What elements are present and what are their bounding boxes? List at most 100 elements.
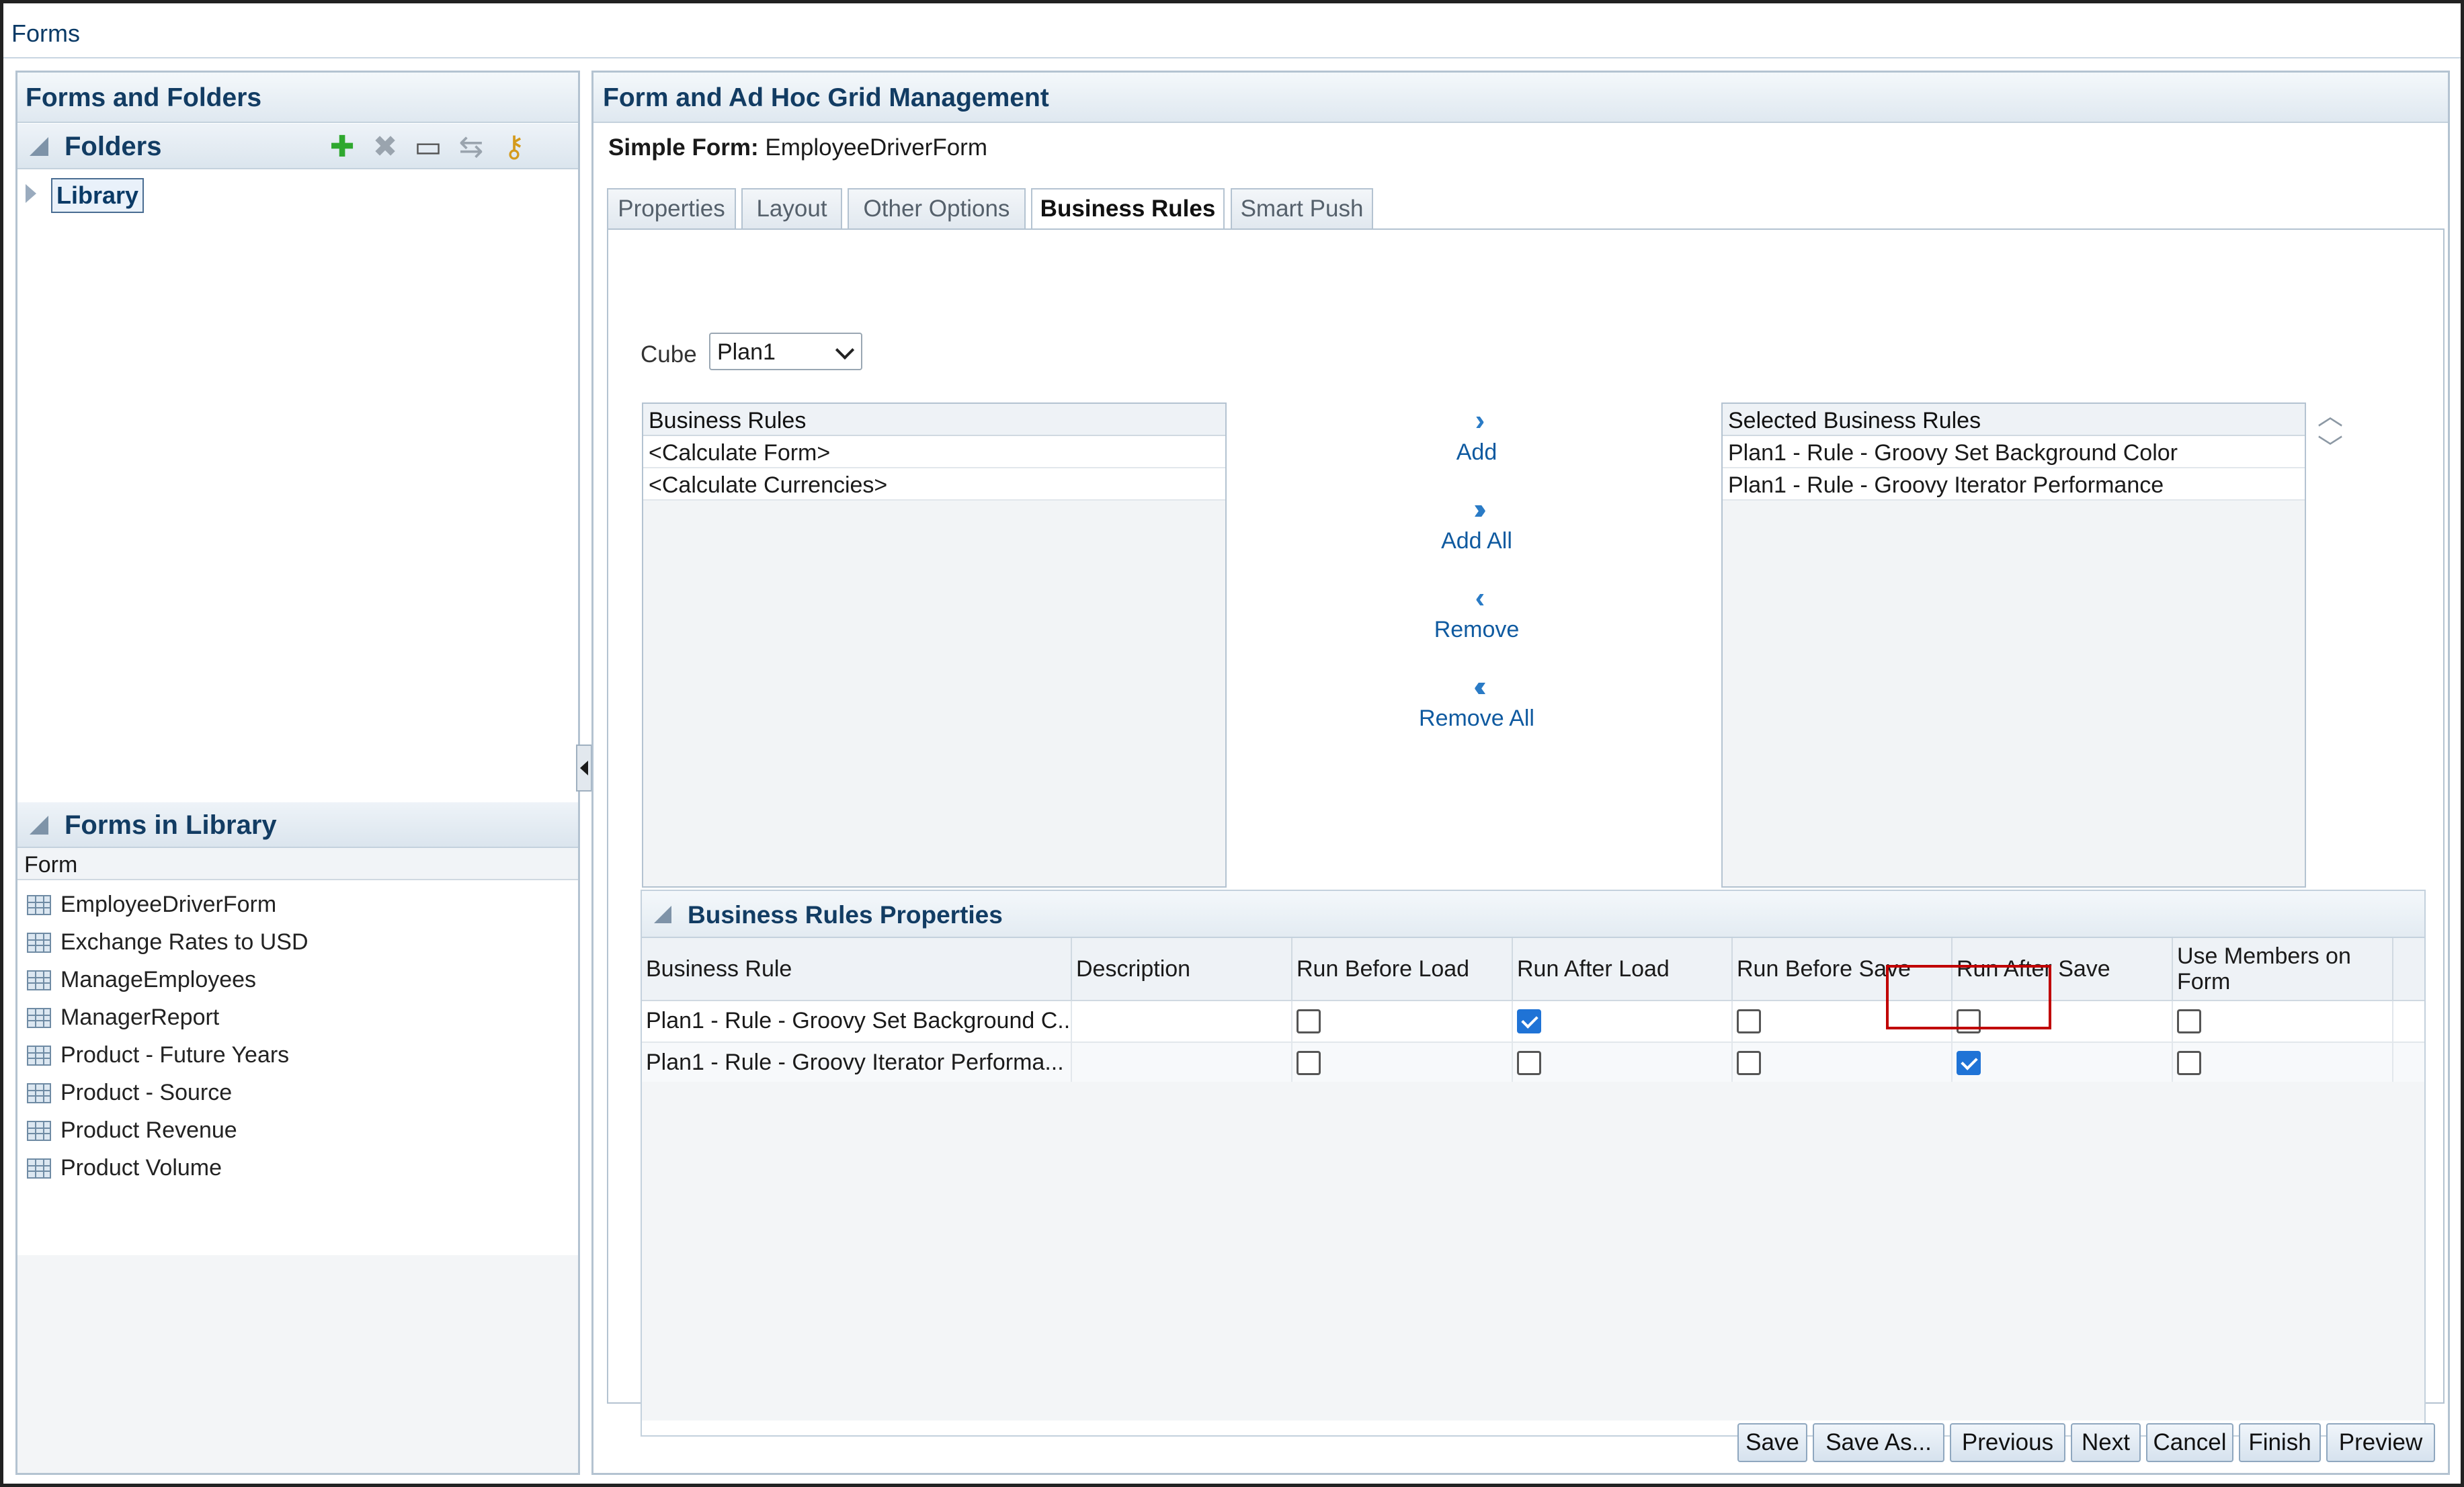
column-run-before-load[interactable]: Run Before Load [1292,938,1513,1000]
column-business-rule[interactable]: Business Rule [642,938,1072,1000]
run-before-save-checkbox[interactable] [1737,1051,1761,1075]
form-grid-icon [27,1121,51,1141]
business-rules-properties-header[interactable]: Business Rules Properties [642,891,2424,938]
list-item[interactable]: <Calculate Currencies> [643,468,1225,501]
move-up-icon[interactable]: ︿ [2317,403,2344,430]
save-button[interactable]: Save [1737,1423,1807,1462]
tab-business-rules[interactable]: Business Rules [1031,188,1225,231]
table-row[interactable]: Plan1 - Rule - Groovy Iterator Performa.… [642,1043,2424,1085]
form-grid-icon [27,1046,51,1066]
chevron-down-icon [835,340,855,360]
form-grid-icon [27,1083,51,1103]
next-button[interactable]: Next [2071,1423,2141,1462]
form-item-product-revenue[interactable]: Product Revenue [17,1111,578,1149]
form-item-exchange-rates[interactable]: Exchange Rates to USD [17,923,578,961]
column-use-members-on-form[interactable]: Use Members on Form [2173,938,2393,1000]
add-button[interactable]: › Add [1389,406,1564,466]
window-title: Forms [11,19,80,47]
cube-select[interactable]: Plan1 [709,333,862,370]
available-rules-header: Business Rules [643,404,1225,436]
forms-list-empty-area [17,1255,578,1473]
form-management-header: Form and Ad Hoc Grid Management [593,73,2448,123]
column-run-after-load[interactable]: Run After Load [1513,938,1733,1000]
remove-all-button[interactable]: ‹‹ Remove All [1389,672,1564,732]
tree-node-library[interactable]: Library [51,178,145,213]
selected-rules-list[interactable]: Selected Business Rules Plan1 - Rule - G… [1721,402,2306,888]
list-item[interactable]: Plan1 - Rule - Groovy Iterator Performan… [1723,468,2305,501]
chevron-left-icon: ‹ [1475,581,1485,614]
remove-button[interactable]: ‹ Remove [1389,583,1564,643]
forms-and-folders-panel: Forms and Folders Folders ✚ ✖ ▭ ⇆ ⚷ Libr… [15,71,580,1475]
add-all-button[interactable]: ›› Add All [1389,495,1564,554]
previous-button[interactable]: Previous [1950,1423,2065,1462]
panel-title: Form and Ad Hoc Grid Management [603,83,1049,112]
run-after-load-checkbox[interactable] [1517,1051,1541,1075]
rule-name-cell: Plan1 - Rule - Groovy Set Background C..… [642,1001,1072,1042]
form-item-product-future-years[interactable]: Product - Future Years [17,1036,578,1074]
cancel-button[interactable]: Cancel [2146,1423,2233,1462]
chevron-right-icon: › [1475,404,1485,437]
collapse-triangle-icon[interactable] [30,137,48,156]
simple-form-name: EmployeeDriverForm [765,134,987,161]
tab-smart-push[interactable]: Smart Push [1231,188,1373,228]
use-members-on-form-checkbox[interactable] [2177,1009,2201,1033]
business-rules-tab-content: Cube Plan1 Business Rules <Calculate For… [607,228,2445,1437]
run-before-save-cell [1733,1043,1953,1083]
tab-layout[interactable]: Layout [741,188,842,228]
delete-folder-icon[interactable]: ✖ [368,130,402,164]
simple-form-label: Simple Form: EmployeeDriverForm [608,134,987,161]
use-members-cell [2173,1001,2393,1042]
collapse-triangle-icon[interactable] [654,906,671,923]
form-grid-icon [27,933,51,953]
business-rules-properties: Business Rules Properties Business Rule … [641,890,2426,1437]
forms-in-library-header[interactable]: Forms in Library [17,802,578,848]
form-item-employeedriverform[interactable]: EmployeeDriverForm [17,886,578,923]
properties-title: Business Rules Properties [688,901,1003,929]
list-item[interactable]: <Calculate Form> [643,436,1225,468]
column-description[interactable]: Description [1072,938,1292,1000]
tab-other-options[interactable]: Other Options [848,188,1026,228]
preview-button[interactable]: Preview [2326,1423,2435,1462]
use-members-on-form-checkbox[interactable] [2177,1051,2201,1075]
double-chevron-right-icon: ›› [1473,493,1486,525]
assign-access-icon[interactable]: ⚷ [497,130,531,164]
run-after-save-checkbox[interactable] [1957,1051,1981,1075]
selected-rules-header: Selected Business Rules [1723,404,2305,436]
description-cell[interactable] [1072,1043,1292,1083]
run-before-save-checkbox[interactable] [1737,1009,1761,1033]
table-row[interactable]: Plan1 - Rule - Groovy Set Background C..… [642,1001,2424,1043]
save-as-button[interactable]: Save As... [1813,1423,1944,1462]
double-chevron-left-icon: ‹‹ [1473,670,1486,703]
expand-library-icon[interactable] [26,184,36,203]
tab-properties[interactable]: Properties [607,188,736,228]
form-item-product-source[interactable]: Product - Source [17,1074,578,1111]
move-down-icon[interactable]: ﹀ [2317,435,2344,462]
description-cell[interactable] [1072,1001,1292,1042]
forms-in-library-heading: Forms in Library [65,810,277,840]
run-after-load-checkbox[interactable] [1517,1009,1541,1033]
properties-grid-empty-area [642,1082,2424,1420]
collapse-pane-handle[interactable] [576,745,592,792]
finish-button[interactable]: Finish [2239,1423,2321,1462]
form-grid-icon [27,970,51,990]
list-item[interactable]: Plan1 - Rule - Groovy Set Background Col… [1723,436,2305,468]
run-before-load-checkbox[interactable] [1297,1051,1321,1075]
run-after-load-cell [1513,1043,1733,1083]
collapse-triangle-icon[interactable] [30,816,48,835]
folders-header[interactable]: Folders ✚ ✖ ▭ ⇆ ⚷ [17,124,578,169]
forms-list: EmployeeDriverForm Exchange Rates to USD… [17,886,578,1255]
run-before-load-cell [1292,1001,1513,1042]
folders-heading: Folders [65,132,162,161]
rename-folder-icon[interactable]: ▭ [411,130,445,164]
form-item-managerreport[interactable]: ManagerReport [17,999,578,1036]
panel-title: Forms and Folders [26,83,262,112]
cube-label: Cube [641,341,697,368]
form-item-product-volume[interactable]: Product Volume [17,1149,578,1187]
form-grid-icon [27,895,51,915]
move-folder-icon[interactable]: ⇆ [454,130,488,164]
add-folder-icon[interactable]: ✚ [325,130,359,164]
run-before-load-checkbox[interactable] [1297,1009,1321,1033]
form-item-manageemployees[interactable]: ManageEmployees [17,961,578,999]
form-column-header[interactable]: Form [17,848,578,880]
available-rules-list[interactable]: Business Rules <Calculate Form> <Calcula… [642,402,1227,888]
